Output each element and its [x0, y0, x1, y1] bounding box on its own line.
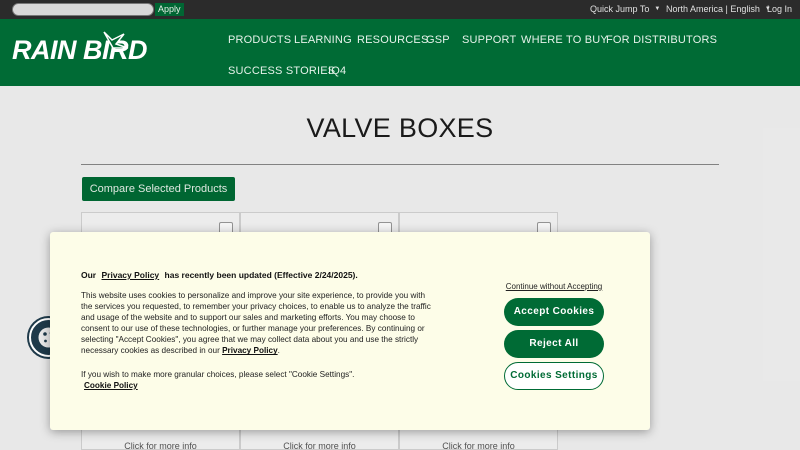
nav-success-stories[interactable]: SUCCESS STORIES — [228, 65, 335, 77]
region-selector[interactable]: North America | English ▼ — [666, 3, 771, 16]
reject-all-button[interactable]: Reject All — [504, 330, 604, 358]
quick-jump-label: Quick Jump To — [590, 4, 650, 14]
consent-body-end: . — [277, 346, 280, 356]
consent-heading-prefix: Our — [81, 270, 97, 280]
consent-heading-suffix: has recently been updated (Effective 2/2… — [164, 270, 358, 280]
cookie-policy-link[interactable]: Cookie Policy — [84, 380, 437, 391]
consent-extra-text: If you wish to make more granular choice… — [81, 370, 355, 379]
nav-for-distributors[interactable]: FOR DISTRIBUTORS — [606, 34, 717, 46]
continue-without-accepting-link[interactable]: Continue without Accepting — [504, 282, 604, 291]
privacy-policy-link[interactable]: Privacy Policy — [222, 346, 278, 355]
region-label: North America | English — [666, 4, 760, 14]
nav-iq4[interactable]: IQ4 — [328, 65, 346, 77]
search-input[interactable] — [12, 3, 154, 16]
utility-bar: Apply Quick Jump To ▼ North America | Eng… — [0, 0, 800, 19]
nav-support[interactable]: SUPPORT — [462, 34, 516, 46]
quick-jump-dropdown[interactable]: Quick Jump To ▼ — [590, 3, 660, 16]
consent-extra: If you wish to make more granular choice… — [81, 369, 437, 391]
logo-text: RAIN BIRD — [12, 35, 147, 65]
consent-heading: Our Privacy Policy has recently been upd… — [81, 270, 358, 280]
nav-where-to-buy[interactable]: WHERE TO BUY — [521, 34, 608, 46]
chevron-down-icon: ▼ — [654, 6, 661, 13]
cookie-consent-dialog: Our Privacy Policy has recently been upd… — [50, 232, 650, 430]
login-link[interactable]: Log In — [767, 3, 792, 16]
nav-gsp[interactable]: GSP — [426, 34, 450, 46]
privacy-policy-link[interactable]: Privacy Policy — [102, 270, 160, 280]
rain-bird-logo[interactable]: RAIN BIRD — [12, 28, 197, 68]
nav-resources[interactable]: RESOURCES — [357, 34, 428, 46]
nav-learning[interactable]: LEARNING — [294, 34, 352, 46]
consent-body: This website uses cookies to personalize… — [81, 290, 437, 357]
nav-products[interactable]: PRODUCTS — [228, 34, 291, 46]
cookies-settings-button[interactable]: Cookies Settings — [504, 362, 604, 390]
accept-cookies-button[interactable]: Accept Cookies — [504, 298, 604, 326]
apply-button[interactable]: Apply — [155, 3, 184, 16]
site-header: RAIN BIRD PRODUCTS LEARNING RESOURCES GS… — [0, 19, 800, 86]
